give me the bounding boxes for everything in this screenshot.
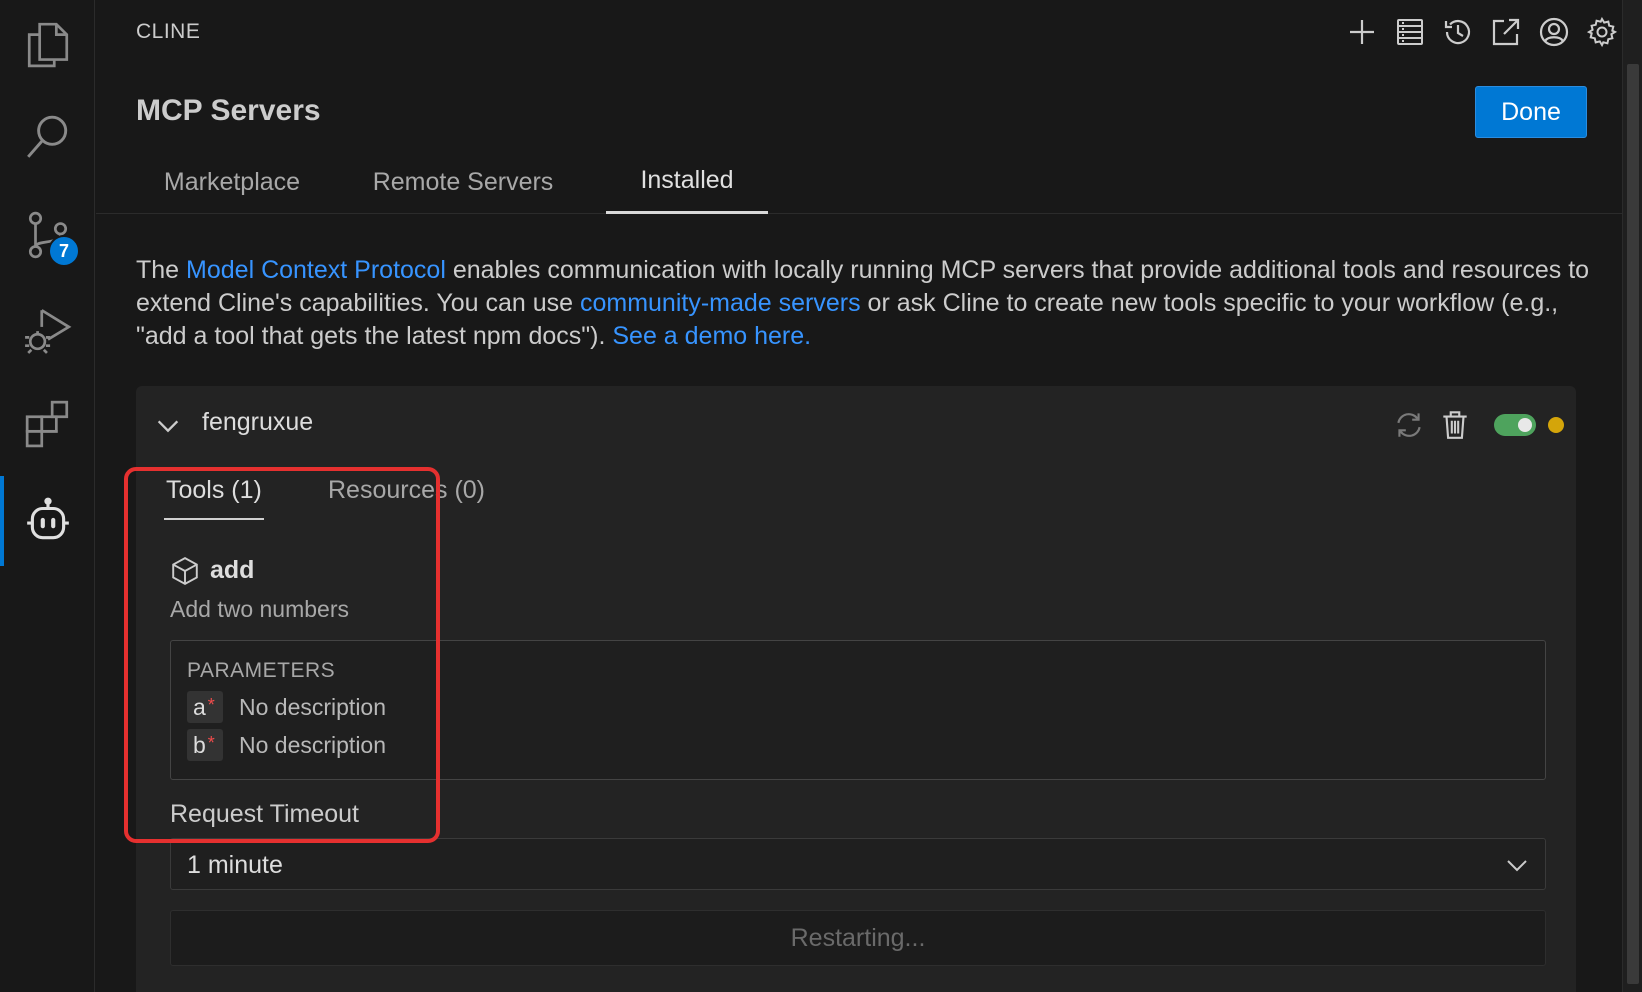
- mcp-servers-icon: [1397, 19, 1423, 45]
- parameters-label: PARAMETERS: [187, 659, 336, 682]
- trash-icon[interactable]: [1438, 408, 1472, 442]
- community-servers-link[interactable]: community-made servers: [580, 289, 861, 317]
- server-card: fengruxue Tools (1) Resources (0) add Ad…: [136, 386, 1576, 992]
- tool-description: Add two numbers: [170, 596, 349, 622]
- tab-marketplace[interactable]: Marketplace: [141, 150, 323, 214]
- model-context-protocol-link[interactable]: Model Context Protocol: [186, 256, 446, 284]
- source-control-button[interactable]: 7: [0, 190, 95, 280]
- tab-tools[interactable]: Tools (1): [164, 476, 264, 520]
- activity-bar: 7: [0, 0, 95, 992]
- open-external-icon: [1492, 18, 1520, 46]
- explorer-icon: [27, 22, 68, 68]
- history-icon: [1444, 19, 1471, 45]
- page-title: MCP Servers: [136, 94, 321, 127]
- request-timeout-label: Request Timeout: [170, 800, 359, 828]
- tab-resources[interactable]: Resources (0): [326, 476, 487, 520]
- request-timeout-value: 1 minute: [187, 851, 283, 879]
- demo-link[interactable]: See a demo here.: [612, 322, 811, 350]
- tab-remote-servers[interactable]: Remote Servers: [348, 150, 578, 214]
- mcp-tabs: Marketplace Remote Servers Installed: [96, 150, 1622, 214]
- account-button[interactable]: [1534, 10, 1574, 54]
- source-control-badge: 7: [48, 235, 80, 267]
- server-status-dot: [1548, 417, 1564, 433]
- panel-title: CLINE: [136, 20, 201, 43]
- parameter-row: a * No description: [187, 691, 386, 723]
- chevron-down-icon: [1507, 860, 1527, 872]
- tool-name: add: [210, 556, 255, 584]
- parameter-description: No description: [239, 731, 387, 758]
- chevron-down-icon[interactable]: [154, 412, 182, 440]
- new-task-button[interactable]: [1342, 10, 1382, 54]
- parameters-box: PARAMETERS a * No description b * No descr…: [170, 640, 1546, 780]
- run-debug-icon: [24, 309, 71, 354]
- extensions-button[interactable]: [0, 378, 95, 468]
- parameter-name: b *: [187, 729, 223, 761]
- plus-icon: [1350, 20, 1374, 44]
- request-timeout-select[interactable]: 1 minute: [170, 838, 1546, 890]
- parameter-description: No description: [239, 693, 387, 720]
- package-icon: [172, 557, 198, 585]
- restart-icon[interactable]: [1392, 408, 1426, 442]
- run-debug-button[interactable]: [0, 284, 95, 374]
- settings-button[interactable]: [1582, 10, 1622, 54]
- header-actions: [1342, 10, 1622, 54]
- required-marker: *: [207, 695, 215, 715]
- parameter-name: a *: [187, 691, 223, 723]
- intro-text: The Model Context Protocol enables commu…: [136, 256, 1590, 350]
- scrollbar[interactable]: [1622, 0, 1642, 992]
- scrollbar-thumb[interactable]: [1627, 64, 1639, 984]
- done-button[interactable]: Done: [1475, 86, 1587, 138]
- history-button[interactable]: [1438, 10, 1478, 54]
- cline-button[interactable]: [0, 476, 95, 566]
- server-enable-toggle[interactable]: [1494, 414, 1536, 436]
- restart-server-button[interactable]: Restarting...: [170, 910, 1546, 966]
- search-button[interactable]: [0, 92, 95, 182]
- search-icon: [26, 115, 67, 158]
- toggle-knob: [1518, 418, 1532, 432]
- cline-panel: CLINE MCP Servers Done Marketplace Remot…: [96, 0, 1622, 992]
- extensions-icon: [25, 400, 68, 448]
- server-name[interactable]: fengruxue: [202, 408, 313, 437]
- cline-robot-icon: [26, 497, 69, 540]
- explorer-button[interactable]: [0, 0, 95, 90]
- gear-icon: [1586, 16, 1618, 48]
- open-in-editor-button[interactable]: [1486, 10, 1526, 54]
- tab-installed[interactable]: Installed: [606, 150, 768, 214]
- account-icon: [1539, 17, 1569, 47]
- parameter-row: b * No description: [187, 729, 386, 761]
- required-marker: *: [207, 733, 215, 753]
- mcp-servers-button[interactable]: [1390, 10, 1430, 54]
